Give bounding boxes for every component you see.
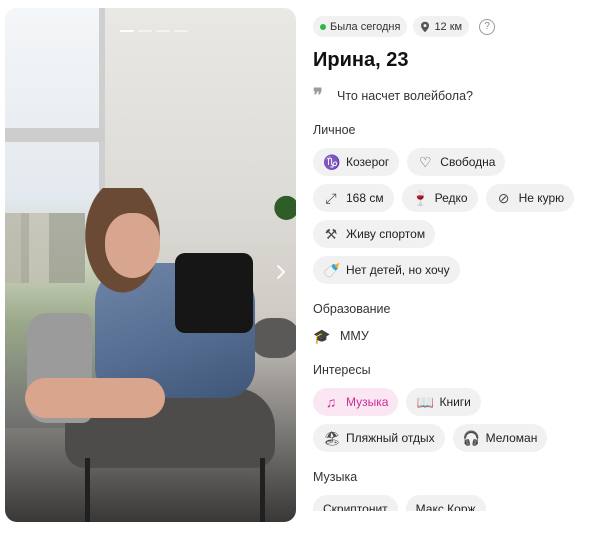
- no-smoking-icon: ⊘: [497, 190, 510, 206]
- photo-dot-1[interactable]: [120, 30, 134, 32]
- profile-info: Была сегодня 12 км ? Ирина, 23 ❞ Что нас…: [313, 16, 593, 511]
- beach-icon: 🏖: [323, 430, 341, 446]
- distance-badge: 12 км: [413, 16, 470, 37]
- height-arrows-icon: ⤢: [325, 190, 337, 206]
- wine-glass-icon: 🍷: [411, 190, 430, 206]
- location-pin-icon: [421, 21, 430, 32]
- photo-dot-3[interactable]: [156, 30, 170, 32]
- profile-name: Ирина, 23: [313, 49, 409, 71]
- music-note-icon: ♫: [325, 394, 337, 410]
- help-icon[interactable]: ?: [479, 18, 496, 35]
- interest-chip-beach[interactable]: 🏖 Пляжный отдых: [313, 424, 445, 452]
- music-chips: Скриптонит Макс Корж: [313, 495, 593, 511]
- graduation-cap-icon: 🎓: [313, 327, 331, 344]
- dumbbell-icon: ⚒: [324, 226, 338, 242]
- kids-chip: 🍼 Нет детей, но хочу: [313, 256, 460, 284]
- capricorn-icon: ♑: [323, 154, 341, 170]
- photo-dot-4[interactable]: [174, 30, 188, 32]
- interests-section-title: Интересы: [313, 363, 371, 377]
- badges-row: Была сегодня 12 км ?: [313, 16, 593, 37]
- personal-section-title: Личное: [313, 123, 356, 137]
- photo-dot-2[interactable]: [138, 30, 152, 32]
- book-icon: 📖: [416, 394, 434, 410]
- profile-photo[interactable]: [5, 8, 296, 522]
- sport-chip: ⚒ Живу спортом: [313, 220, 436, 248]
- personal-chips: ♑ Козерог ♡ Свободна ⤢ 168 см 🍷 Редко ⊘ …: [313, 148, 583, 284]
- drinking-chip: 🍷 Редко: [401, 184, 478, 212]
- next-photo-button[interactable]: [271, 262, 291, 282]
- education-section-title: Образование: [313, 302, 391, 316]
- interests-chips: ♫ Музыка 📖 Книги 🏖 Пляжный отдых 🎧 Мелом…: [313, 388, 563, 452]
- music-chip-1[interactable]: Скриптонит: [313, 495, 398, 511]
- music-chip-2[interactable]: Макс Корж: [405, 495, 486, 511]
- interest-chip-music[interactable]: ♫ Музыка: [313, 388, 399, 416]
- chevron-right-icon: [277, 265, 285, 279]
- online-status-badge: Была сегодня: [313, 16, 408, 37]
- relationship-chip: ♡ Свободна: [407, 148, 506, 176]
- baby-bottle-icon: 🍼: [323, 262, 341, 278]
- music-section-title: Музыка: [313, 470, 358, 484]
- smoking-chip: ⊘ Не курю: [485, 184, 575, 212]
- height-chip: ⤢ 168 см: [313, 184, 394, 212]
- interest-chip-books[interactable]: 📖 Книги: [406, 388, 481, 416]
- headphones-icon: 🎧: [462, 430, 481, 446]
- zodiac-chip: ♑ Козерог: [313, 148, 400, 176]
- plant-leaf: [258, 187, 296, 239]
- quote-icon: ❞: [313, 85, 323, 106]
- education-item: 🎓 ММУ: [313, 327, 369, 344]
- online-dot-icon: [320, 23, 326, 30]
- heart-icon: ♡: [419, 154, 432, 170]
- profile-quote: ❞ Что насчет волейбола?: [313, 85, 473, 106]
- interest-chip-meloman[interactable]: 🎧 Меломан: [452, 424, 548, 452]
- photo-pagination: [120, 30, 188, 32]
